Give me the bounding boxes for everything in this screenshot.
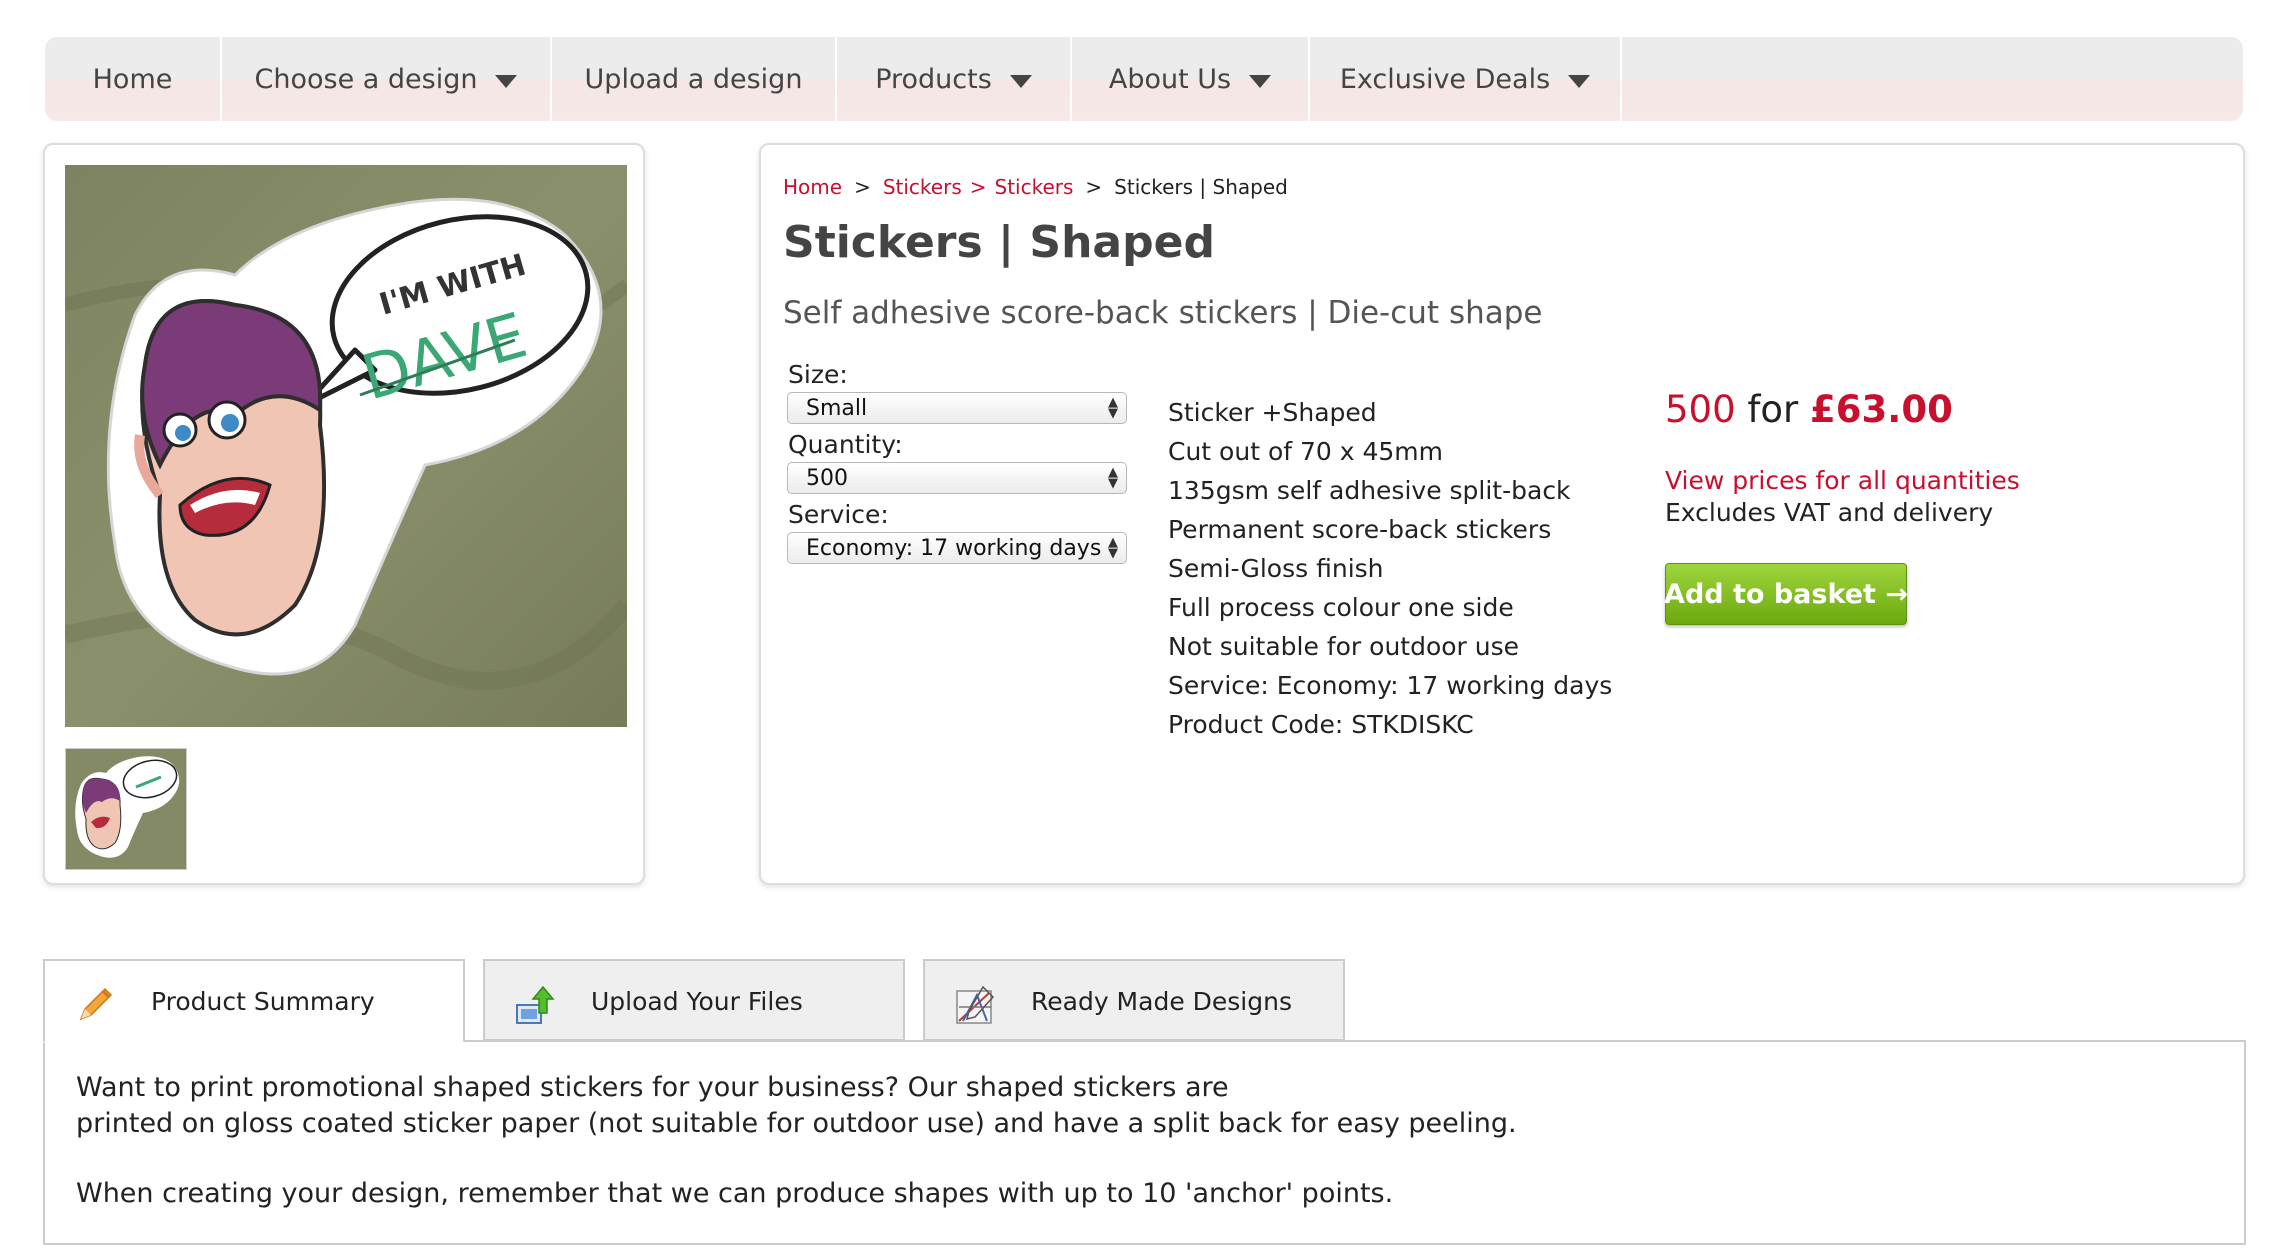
summary-line: printed on gloss coated sticker paper (n… bbox=[76, 1108, 1517, 1139]
price-quantity: 500 bbox=[1665, 388, 1736, 431]
spec-item: Service: Economy: 17 working days bbox=[1168, 671, 1613, 700]
chevron-down-icon bbox=[1009, 74, 1032, 88]
nav-products[interactable]: Products bbox=[837, 37, 1072, 121]
product-summary-panel: Want to print promotional shaped sticker… bbox=[43, 1040, 2246, 1245]
nav-home[interactable]: Home bbox=[45, 37, 222, 121]
breadcrumb-separator: > bbox=[854, 175, 871, 199]
tab-ready-made-designs[interactable]: Ready Made Designs bbox=[923, 959, 1345, 1041]
view-all-prices-link[interactable]: View prices for all quantities bbox=[1665, 466, 2020, 495]
breadcrumb-home[interactable]: Home bbox=[783, 175, 842, 199]
spec-item: Product Code: STKDISKC bbox=[1168, 710, 1474, 739]
price-display: 500 for £63.00 bbox=[1665, 388, 1953, 431]
product-subtitle: Self adhesive score-back stickers | Die-… bbox=[783, 295, 1543, 331]
price-amount: £63.00 bbox=[1810, 388, 1953, 431]
nav-home-label: Home bbox=[92, 63, 173, 95]
tab-product-summary[interactable]: Product Summary bbox=[43, 959, 465, 1043]
chevron-down-icon bbox=[1249, 74, 1272, 88]
product-gallery: I'M WITH DAVE bbox=[43, 143, 645, 885]
tab-upload-files-label: Upload Your Files bbox=[591, 987, 803, 1016]
size-select-value: Small bbox=[806, 396, 868, 421]
tab-product-summary-label: Product Summary bbox=[151, 987, 375, 1016]
add-to-basket-label: Add to basket → bbox=[1664, 578, 1908, 610]
breadcrumb-stickers-2[interactable]: Stickers bbox=[995, 175, 1074, 199]
spec-item: Full process colour one side bbox=[1168, 593, 1514, 622]
main-nav: Home Choose a design Upload a design Pro… bbox=[45, 37, 2243, 121]
service-label: Service: bbox=[788, 500, 889, 529]
chevron-down-icon bbox=[495, 74, 518, 88]
nav-exclusive-deals[interactable]: Exclusive Deals bbox=[1310, 37, 1622, 121]
breadcrumb: Home > Stickers > Stickers > Stickers | Shaped bbox=[783, 175, 1288, 199]
upload-icon bbox=[516, 985, 555, 1024]
nav-about-us[interactable]: About Us bbox=[1072, 37, 1310, 121]
size-label: Size: bbox=[788, 360, 848, 389]
breadcrumb-separator: > bbox=[1085, 175, 1103, 199]
service-select-value: Economy: 17 working days bbox=[806, 536, 1102, 561]
spec-item: Sticker +Shaped bbox=[1168, 398, 1377, 427]
spec-item: Cut out of 70 x 45mm bbox=[1168, 437, 1443, 466]
vat-note: Excludes VAT and delivery bbox=[1665, 498, 1994, 527]
breadcrumb-separator: > bbox=[969, 175, 987, 199]
nav-exclusive-deals-label: Exclusive Deals bbox=[1339, 63, 1551, 95]
spec-list: Sticker +Shaped Cut out of 70 x 45mm 135… bbox=[1168, 393, 1612, 744]
nav-choose-design[interactable]: Choose a design bbox=[222, 37, 552, 121]
summary-line: When creating your design, remember that… bbox=[76, 1178, 1394, 1209]
tab-upload-files[interactable]: Upload Your Files bbox=[483, 959, 905, 1041]
spec-item: Not suitable for outdoor use bbox=[1168, 632, 1520, 661]
service-select[interactable]: Economy: 17 working days ▲ ▼ bbox=[787, 532, 1127, 564]
nav-products-label: Products bbox=[875, 63, 992, 95]
product-details-panel: Home > Stickers > Stickers > Stickers | Shaped… bbox=[759, 143, 2245, 885]
summary-line: Want to print promotional shaped sticker… bbox=[76, 1072, 1229, 1103]
breadcrumb-stickers-1[interactable]: Stickers bbox=[883, 175, 962, 199]
tab-ready-made-designs-label: Ready Made Designs bbox=[1031, 987, 1292, 1016]
add-to-basket-button[interactable]: Add to basket → bbox=[1664, 563, 1908, 625]
chevron-down-icon bbox=[1568, 74, 1591, 88]
spec-item: 135gsm self adhesive split-back bbox=[1168, 476, 1571, 505]
spec-item: Semi-Gloss finish bbox=[1168, 554, 1384, 583]
quantity-select-value: 500 bbox=[806, 466, 848, 491]
price-for-word: for bbox=[1747, 388, 1799, 431]
quantity-select[interactable]: 500 ▲ ▼ bbox=[787, 462, 1127, 494]
page-title: Stickers | Shaped bbox=[783, 217, 1215, 268]
nav-upload-design-label: Upload a design bbox=[584, 63, 803, 95]
size-select[interactable]: Small ▲ ▼ bbox=[787, 392, 1127, 424]
nav-upload-design[interactable]: Upload a design bbox=[552, 37, 837, 121]
select-arrows-icon: ▲ ▼ bbox=[1108, 395, 1118, 421]
breadcrumb-current: Stickers | Shaped bbox=[1114, 175, 1288, 199]
pencil-icon bbox=[79, 987, 113, 1021]
select-arrows-icon: ▲ ▼ bbox=[1108, 465, 1118, 491]
nav-about-us-label: About Us bbox=[1108, 63, 1232, 95]
design-tools-icon bbox=[956, 985, 995, 1024]
select-arrows-icon: ▲ ▼ bbox=[1108, 535, 1118, 561]
spec-item: Permanent score-back stickers bbox=[1168, 515, 1552, 544]
quantity-label: Quantity: bbox=[788, 430, 903, 459]
product-thumbnail[interactable] bbox=[65, 748, 187, 870]
nav-choose-design-label: Choose a design bbox=[254, 63, 478, 95]
product-main-image[interactable]: I'M WITH DAVE bbox=[65, 165, 627, 727]
